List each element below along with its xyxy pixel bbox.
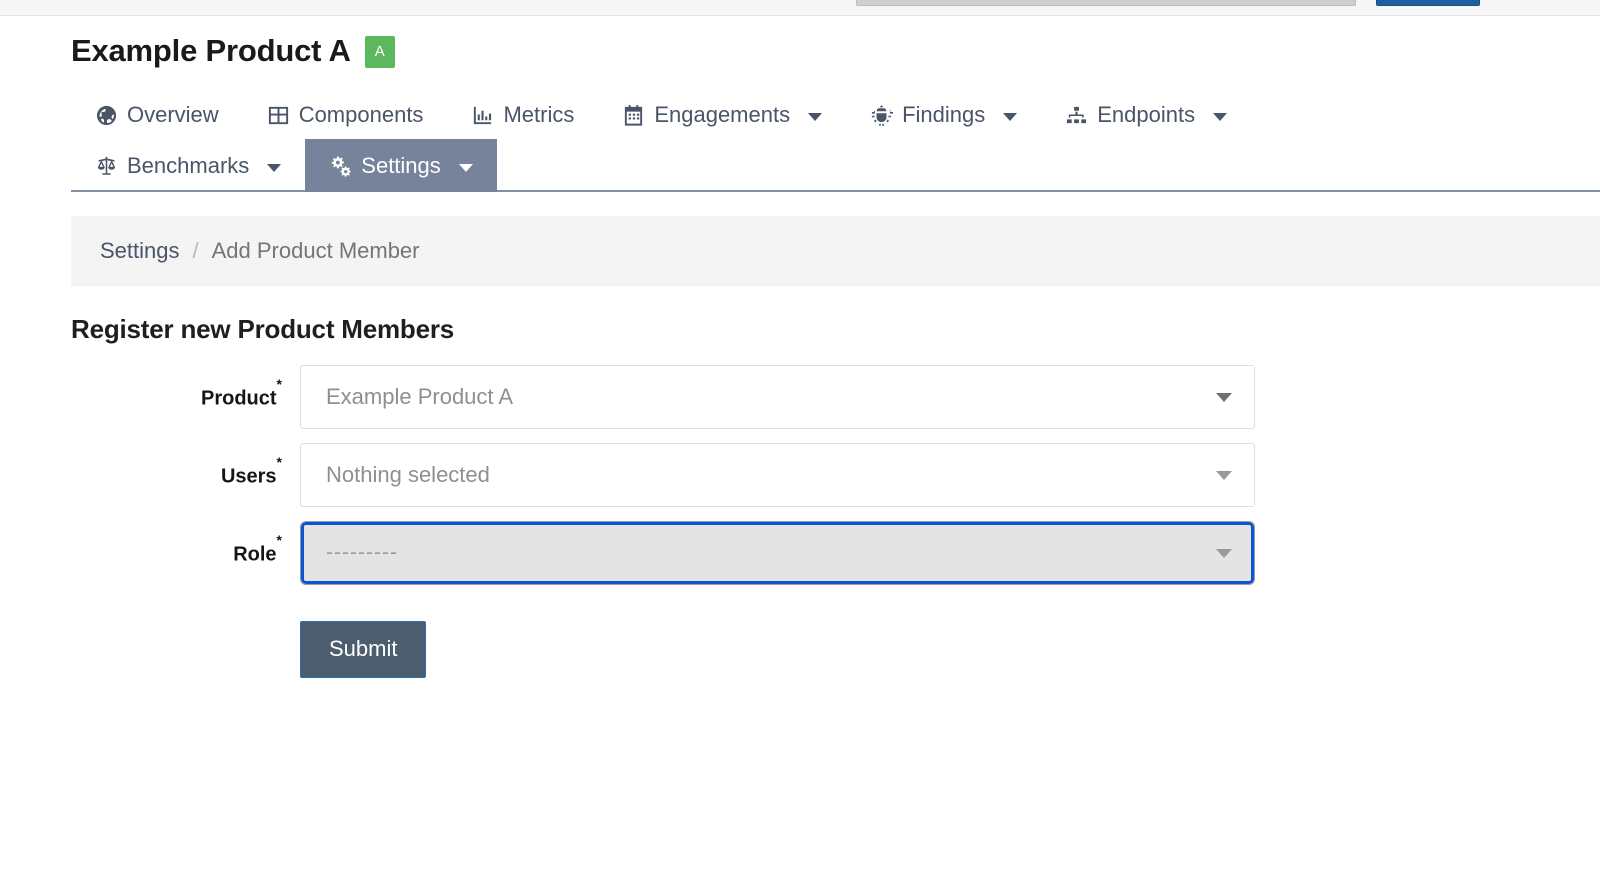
tab-label: Findings xyxy=(902,102,985,128)
breadcrumb-item-current: Add Product Member xyxy=(212,238,420,264)
cogs-icon xyxy=(329,155,352,178)
role-control: --------- xyxy=(300,521,1255,585)
breadcrumb: Settings / Add Product Member xyxy=(71,216,1600,286)
tab-label: Engagements xyxy=(654,102,790,128)
form-actions: Submit xyxy=(0,621,1340,678)
chevron-down-icon xyxy=(1003,113,1017,121)
page-header: Example Product A A xyxy=(0,17,1600,71)
form-actions-spacer xyxy=(0,621,300,678)
chevron-down-icon xyxy=(808,113,822,121)
breadcrumb-item-settings[interactable]: Settings xyxy=(100,238,180,264)
tab-label: Components xyxy=(299,102,424,128)
product-control: Example Product A xyxy=(300,365,1255,429)
tab-engagements[interactable]: Engagements xyxy=(598,88,846,141)
form-heading: Register new Product Members xyxy=(71,314,1600,345)
chevron-down-icon xyxy=(267,164,281,172)
globe-icon xyxy=(95,104,118,127)
global-search-button[interactable] xyxy=(1376,0,1480,6)
product-select[interactable]: Example Product A xyxy=(300,365,1255,429)
tab-label: Benchmarks xyxy=(127,153,249,179)
form-group-users: Users* Nothing selected xyxy=(0,443,1340,507)
product-tab-bar: Overview Components Metrics Engagements xyxy=(71,88,1600,192)
tab-benchmarks[interactable]: Benchmarks xyxy=(71,139,305,192)
tab-overview[interactable]: Overview xyxy=(71,88,243,141)
users-multiselect[interactable]: Nothing selected xyxy=(300,443,1255,507)
chevron-down-icon xyxy=(459,164,473,172)
top-navbar-strip xyxy=(0,0,1600,16)
page-title: Example Product A xyxy=(71,31,351,71)
form-group-product: Product* Example Product A xyxy=(0,365,1340,429)
table-grid-icon xyxy=(267,104,290,127)
users-label: Users* xyxy=(0,462,300,489)
tab-findings[interactable]: Findings xyxy=(846,88,1041,141)
add-product-member-form: Product* Example Product A Users* Nothin… xyxy=(0,365,1340,678)
users-control: Nothing selected xyxy=(300,443,1255,507)
chevron-down-icon xyxy=(1213,113,1227,121)
users-select-value: Nothing selected xyxy=(326,462,1216,488)
balance-scale-icon xyxy=(95,155,118,178)
role-select[interactable]: --------- xyxy=(300,521,1255,585)
bug-icon xyxy=(870,104,893,127)
chevron-down-icon xyxy=(1216,549,1232,558)
role-label: Role* xyxy=(0,540,300,567)
breadcrumb-separator: / xyxy=(193,238,199,264)
tab-endpoints[interactable]: Endpoints xyxy=(1041,88,1251,141)
tab-label: Settings xyxy=(361,153,441,179)
product-select-value: Example Product A xyxy=(326,384,1216,410)
role-select-value: --------- xyxy=(326,541,1216,565)
product-tab-bar-row-2: Benchmarks Settings xyxy=(71,139,1600,190)
chevron-down-icon xyxy=(1216,471,1232,480)
status-badge: A xyxy=(365,36,395,68)
chevron-down-icon xyxy=(1216,393,1232,402)
tab-label: Endpoints xyxy=(1097,102,1195,128)
product-label: Product* xyxy=(0,384,300,411)
tab-settings[interactable]: Settings xyxy=(305,139,497,192)
sitemap-icon xyxy=(1065,104,1088,127)
page-body: Example Product A A Overview Components … xyxy=(0,17,1600,678)
required-marker: * xyxy=(277,532,282,548)
form-group-role: Role* --------- xyxy=(0,521,1340,585)
chart-bar-icon xyxy=(471,104,494,127)
tab-label: Overview xyxy=(127,102,219,128)
tab-metrics[interactable]: Metrics xyxy=(447,88,598,141)
global-search-input[interactable] xyxy=(856,0,1356,6)
tab-label: Metrics xyxy=(503,102,574,128)
calendar-icon xyxy=(622,104,645,127)
required-marker: * xyxy=(277,454,282,470)
tab-components[interactable]: Components xyxy=(243,88,448,141)
required-marker: * xyxy=(277,376,282,392)
submit-button[interactable]: Submit xyxy=(300,621,426,678)
